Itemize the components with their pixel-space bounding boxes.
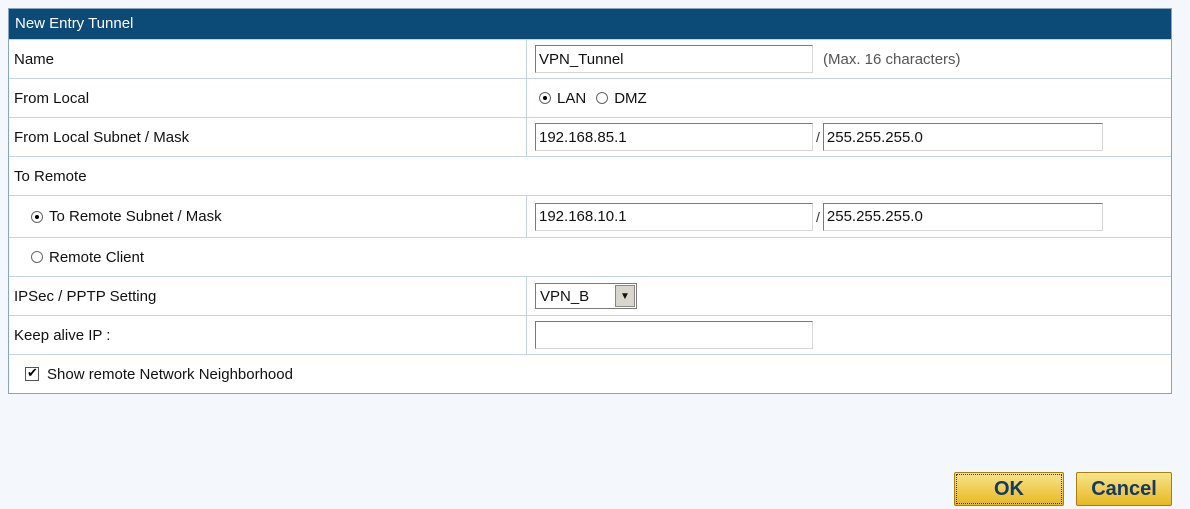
remote-client-label: Remote Client — [49, 248, 145, 266]
show-neighborhood-label: Show remote Network Neighborhood — [47, 365, 293, 383]
lan-radio[interactable] — [539, 92, 551, 104]
show-neighborhood-option[interactable]: Show remote Network Neighborhood — [9, 355, 293, 393]
dmz-radio[interactable] — [596, 92, 609, 104]
lan-label: LAN — [557, 89, 587, 107]
local-subnet-row: From Local Subnet / Mask / — [9, 117, 1171, 156]
chevron-down-icon[interactable]: ▼ — [615, 285, 635, 307]
remote-client-radio[interactable] — [31, 251, 43, 263]
cancel-button[interactable]: Cancel — [1076, 472, 1172, 506]
dmz-radio-option[interactable]: DMZ — [596, 90, 647, 107]
ipsec-select[interactable]: VPN_B ▼ — [535, 283, 637, 309]
ipsec-label: IPSec / PPTP Setting — [9, 277, 527, 315]
from-local-row: From Local LAN DMZ — [9, 78, 1171, 117]
show-neighborhood-checkbox[interactable] — [25, 365, 39, 381]
keep-alive-input[interactable] — [535, 321, 813, 349]
local-subnet-label: From Local Subnet / Mask — [9, 118, 527, 156]
remote-subnet-label: To Remote Subnet / Mask — [49, 208, 222, 225]
remote-subnet-mask-input[interactable] — [822, 202, 1103, 231]
remote-client-row: Remote Client — [9, 237, 1171, 276]
remote-subnet-ip-input[interactable] — [535, 202, 813, 231]
remote-subnet-radio[interactable] — [31, 210, 43, 223]
ok-button[interactable]: OK — [954, 472, 1064, 506]
ipsec-row: IPSec / PPTP Setting VPN_B ▼ — [9, 276, 1171, 315]
from-local-label: From Local — [9, 79, 527, 117]
remote-subnet-row: To Remote Subnet / Mask / — [9, 195, 1171, 237]
to-remote-row: To Remote — [9, 156, 1171, 195]
to-remote-label: To Remote — [14, 167, 87, 185]
dmz-label: DMZ — [614, 89, 647, 107]
ipsec-select-value: VPN_B — [540, 287, 590, 305]
panel-title: New Entry Tunnel — [9, 9, 1171, 39]
remote-subnet-separator: / — [816, 208, 820, 225]
local-subnet-separator: / — [816, 129, 820, 145]
name-hint: (Max. 16 characters) — [823, 50, 961, 68]
name-input[interactable] — [535, 45, 813, 73]
lan-radio-option[interactable]: LAN — [539, 90, 586, 107]
show-neighborhood-row: Show remote Network Neighborhood — [9, 354, 1171, 393]
keep-alive-row: Keep alive IP : — [9, 315, 1171, 354]
keep-alive-label: Keep alive IP : — [9, 316, 527, 354]
remote-client-option[interactable]: Remote Client — [9, 238, 144, 276]
remote-subnet-option[interactable]: To Remote Subnet / Mask — [9, 196, 527, 237]
local-subnet-ip-input[interactable] — [535, 123, 813, 151]
new-entry-tunnel-panel: New Entry Tunnel Name (Max. 16 character… — [8, 8, 1172, 394]
local-subnet-mask-input[interactable] — [822, 123, 1103, 151]
name-label: Name — [9, 40, 527, 78]
name-row: Name (Max. 16 characters) — [9, 39, 1171, 78]
